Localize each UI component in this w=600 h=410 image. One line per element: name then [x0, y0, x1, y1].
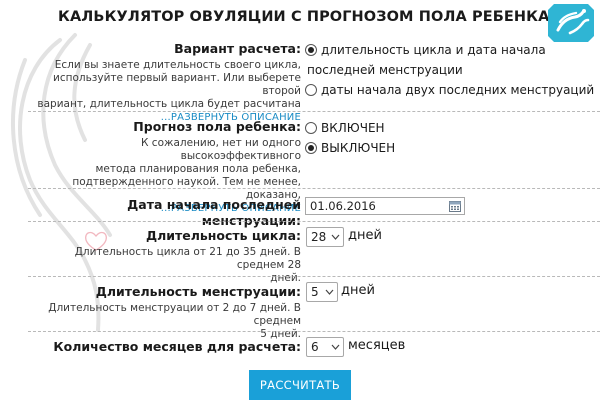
select-value: 6	[311, 340, 319, 354]
gender-option-off[interactable]: ВЫКЛЮЧЕН	[305, 138, 595, 158]
option-label: ВЫКЛЮЧЕН	[321, 141, 396, 155]
calc-mode-option-two-dates[interactable]: даты начала двух последних менструаций	[305, 80, 595, 100]
divider	[28, 276, 600, 277]
desc-line: Если вы знаете длительность своего цикла…	[54, 59, 301, 71]
cycle-desc: Длительность цикла от 21 до 35 дней. В с…	[24, 246, 301, 285]
desc-line: Длительность цикла от 21 до 35 дней. В с…	[74, 246, 301, 271]
desc-line: вариант, длительность цикла будет расчит…	[37, 98, 301, 110]
desc-line: Длительность менструации от 2 до 7 дней.…	[48, 302, 301, 327]
desc-line: метода планирования пола ребенка,	[95, 163, 301, 175]
radio-two-dates[interactable]	[305, 84, 317, 96]
period-desc: Длительность менструации от 2 до 7 дней.…	[24, 302, 301, 341]
chevron-down-icon	[331, 344, 340, 350]
last-period-label: Дата начала последней менструации:	[127, 197, 301, 228]
calendar-icon[interactable]	[449, 200, 461, 212]
last-period-date-input[interactable]: 01.06.2016	[305, 197, 465, 215]
radio-gender-on[interactable]	[305, 122, 317, 134]
gender-label: Прогноз пола ребенка:	[133, 119, 301, 134]
hands-logo-icon	[548, 4, 594, 42]
option-label: ВКЛЮЧЕН	[321, 121, 385, 135]
gender-options: ВКЛЮЧЕН ВЫКЛЮЧЕН	[305, 118, 595, 158]
chevron-down-icon	[325, 289, 334, 295]
header: КАЛЬКУЛЯТОР ОВУЛЯЦИИ С ПРОГНОЗОМ ПОЛА РЕ…	[0, 0, 600, 42]
cycle-length-select[interactable]: 28	[306, 227, 344, 247]
period-label: Длительность менструации:	[95, 284, 301, 299]
months-unit: месяцев	[348, 338, 406, 353]
calc-mode-options: длительность цикла и дата начала последн…	[305, 40, 595, 100]
period-unit: дней	[341, 283, 375, 298]
months-label-wrap: Количество месяцев для расчета:	[24, 339, 301, 355]
last-period-label-wrap: Дата начала последней менструации:	[24, 197, 301, 229]
option-label: даты начала двух последних менструаций	[321, 83, 595, 97]
period-description: Длительность менструации: Длительность м…	[24, 284, 301, 341]
select-value: 5	[311, 285, 319, 299]
select-value: 28	[311, 230, 327, 244]
option-label: длительность цикла и дата начала последн…	[307, 43, 546, 77]
ovulation-calculator: КАЛЬКУЛЯТОР ОВУЛЯЦИИ С ПРОГНОЗОМ ПОЛА РЕ…	[0, 0, 600, 410]
desc-line: К сожалению, нет ни одного высокоэффекти…	[141, 137, 301, 162]
period-length-select[interactable]: 5	[306, 282, 338, 302]
cycle-unit: дней	[348, 228, 382, 243]
divider	[28, 331, 600, 332]
months-count-select[interactable]: 6	[306, 337, 344, 357]
date-value: 01.06.2016	[310, 199, 376, 213]
months-label: Количество месяцев для расчета:	[53, 339, 301, 354]
divider	[28, 111, 600, 112]
calculate-button[interactable]: РАССЧИТАТЬ	[249, 370, 351, 400]
divider	[28, 221, 600, 222]
cycle-label: Длительность цикла:	[145, 228, 301, 243]
desc-line: используйте первый вариант. Или выберете…	[53, 72, 301, 97]
radio-cycle-and-date[interactable]	[305, 44, 317, 56]
radio-gender-off[interactable]	[305, 142, 317, 154]
calc-mode-option-cycle[interactable]: длительность цикла и дата начала последн…	[305, 40, 595, 80]
calc-mode-label: Вариант расчета:	[174, 41, 301, 56]
divider	[28, 188, 600, 189]
gender-option-on[interactable]: ВКЛЮЧЕН	[305, 118, 595, 138]
calc-mode-desc: Если вы знаете длительность своего цикла…	[24, 59, 301, 124]
chevron-down-icon	[331, 234, 340, 240]
page-title: КАЛЬКУЛЯТОР ОВУЛЯЦИИ С ПРОГНОЗОМ ПОЛА РЕ…	[58, 9, 550, 25]
